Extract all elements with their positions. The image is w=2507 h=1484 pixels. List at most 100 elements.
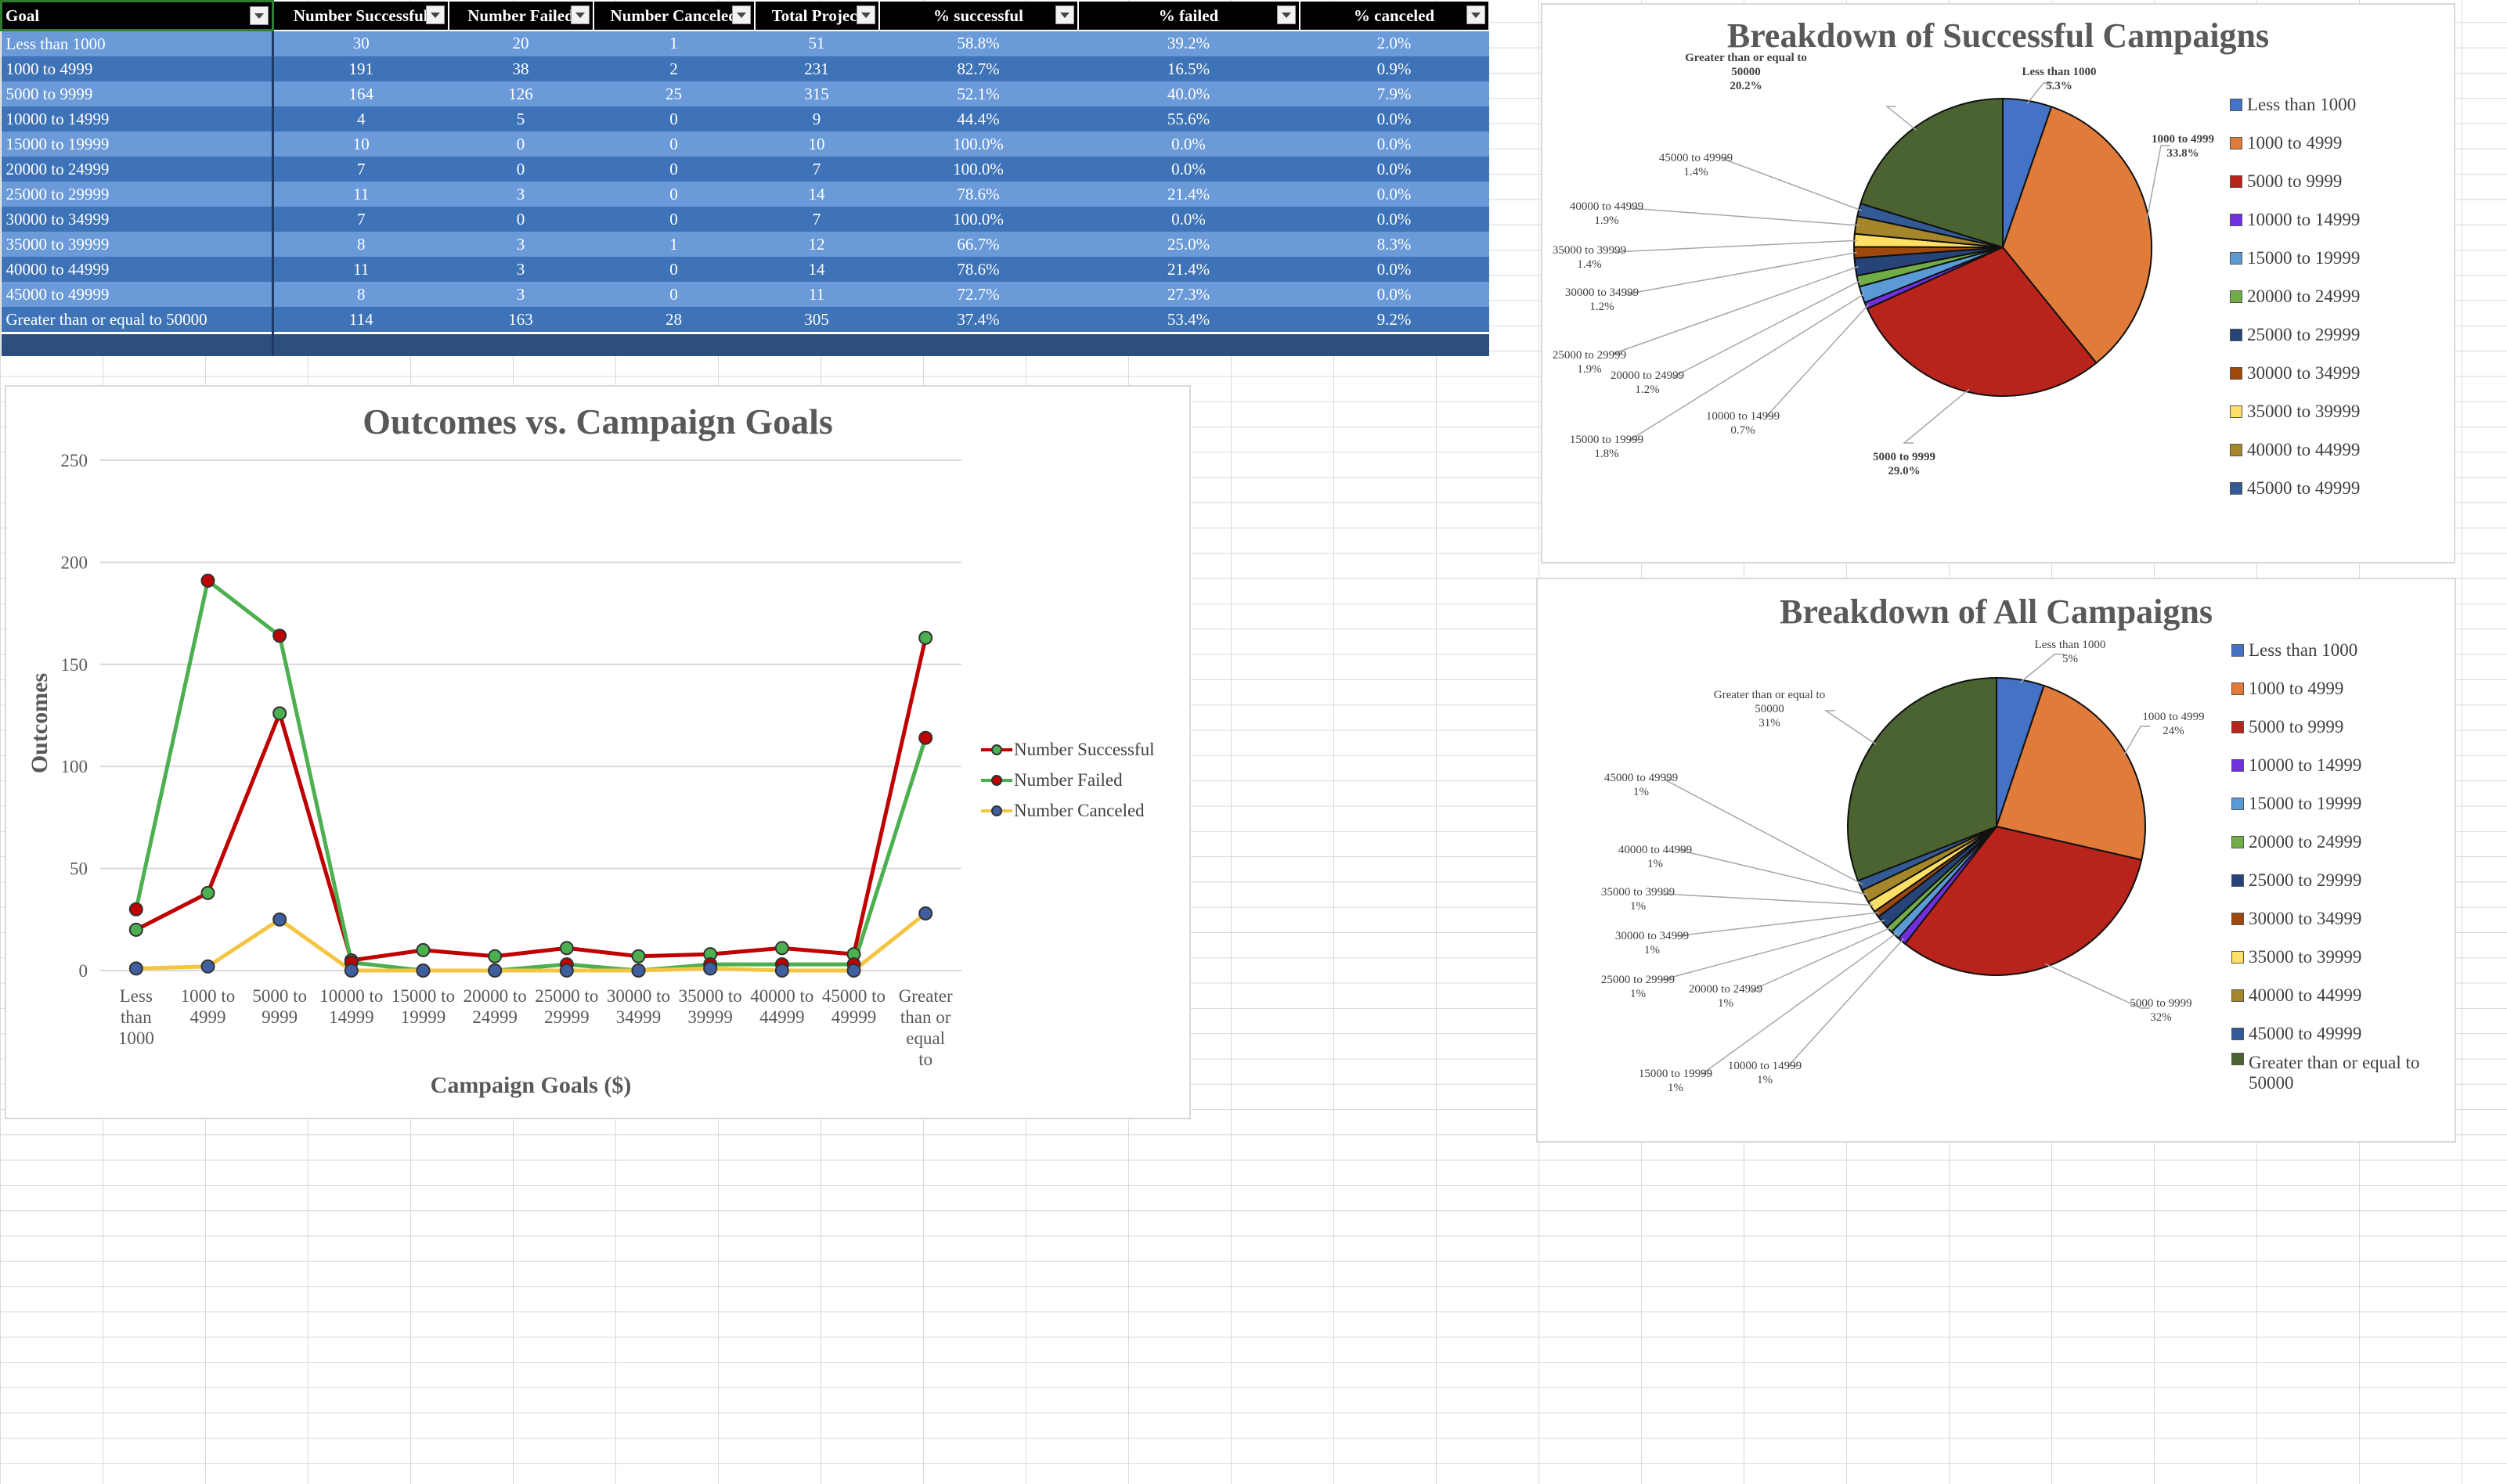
- column-header[interactable]: Number Successful: [272, 1, 449, 31]
- table-row[interactable]: 25000 to 29999 11 3 0 14 78.6% 21.4% 0.0%: [1, 182, 1489, 207]
- table-cell[interactable]: 114: [272, 307, 449, 333]
- data-point[interactable]: [128, 902, 143, 917]
- table-cell[interactable]: 3: [448, 182, 593, 207]
- table-cell[interactable]: 0.0%: [1299, 157, 1489, 182]
- table-cell[interactable]: 11: [754, 282, 879, 307]
- table-cell[interactable]: 20000 to 24999: [1, 157, 274, 182]
- table-cell[interactable]: Less than 1000: [1, 30, 274, 56]
- table-cell[interactable]: 39.2%: [1077, 30, 1300, 56]
- table-cell[interactable]: 164: [272, 81, 449, 106]
- table-cell[interactable]: 0: [593, 282, 755, 307]
- table-total-row[interactable]: [1, 332, 1489, 356]
- table-row[interactable]: 5000 to 9999 164 126 25 315 52.1% 40.0% 7.9%: [1, 81, 1489, 106]
- table-row[interactable]: 10000 to 14999 4 5 0 9 44.4% 55.6% 0.0%: [1, 106, 1489, 131]
- table-cell[interactable]: [754, 332, 879, 356]
- data-point[interactable]: [846, 964, 861, 978]
- table-cell[interactable]: [593, 332, 755, 356]
- data-point[interactable]: [272, 706, 287, 721]
- table-cell[interactable]: 0: [448, 131, 593, 157]
- table-cell[interactable]: 0: [593, 207, 755, 232]
- table-cell[interactable]: 44.4%: [878, 106, 1078, 131]
- table-cell[interactable]: 2.0%: [1299, 30, 1489, 56]
- series-line[interactable]: [135, 912, 927, 973]
- data-point[interactable]: [200, 885, 215, 900]
- table-cell[interactable]: 14: [754, 182, 879, 207]
- table-cell[interactable]: 35000 to 39999: [1, 232, 274, 257]
- table-cell[interactable]: 66.7%: [878, 232, 1078, 257]
- table-cell[interactable]: [1299, 332, 1489, 356]
- table-cell[interactable]: 30: [272, 30, 449, 56]
- table-cell[interactable]: 0.0%: [1299, 131, 1489, 157]
- table-cell[interactable]: 191: [272, 56, 449, 81]
- table-cell[interactable]: [878, 332, 1078, 356]
- table-cell[interactable]: [1077, 332, 1300, 356]
- outcomes-line-chart[interactable]: Outcomes vs. Campaign Goals 0 50 100 150 200…: [5, 385, 1191, 1119]
- table-cell[interactable]: 0.0%: [1299, 106, 1489, 131]
- table-cell[interactable]: 0: [593, 106, 755, 131]
- table-cell[interactable]: 163: [448, 307, 593, 333]
- table-cell[interactable]: 0.0%: [1299, 257, 1489, 282]
- filter-dropdown-icon[interactable]: [250, 6, 269, 25]
- table-cell[interactable]: 100.0%: [878, 131, 1078, 157]
- table-cell[interactable]: 7: [754, 157, 879, 182]
- table-cell[interactable]: 305: [754, 307, 879, 333]
- column-header[interactable]: Number Failed: [447, 1, 594, 31]
- column-header[interactable]: Total Projects: [753, 1, 880, 31]
- table-cell[interactable]: 8: [272, 282, 449, 307]
- table-cell[interactable]: 12: [754, 232, 879, 257]
- table-cell[interactable]: 0.0%: [1077, 131, 1300, 157]
- data-point[interactable]: [559, 964, 574, 978]
- filter-dropdown-icon[interactable]: [731, 5, 751, 24]
- filter-dropdown-icon[interactable]: [1276, 5, 1296, 24]
- data-point[interactable]: [559, 941, 574, 956]
- data-point[interactable]: [416, 964, 431, 978]
- table-cell[interactable]: 16.5%: [1077, 56, 1300, 81]
- data-point[interactable]: [918, 630, 933, 645]
- table-row[interactable]: 35000 to 39999 8 3 1 12 66.7% 25.0% 8.3%: [1, 232, 1489, 257]
- table-cell[interactable]: 58.8%: [878, 30, 1078, 56]
- table-cell[interactable]: 28: [593, 307, 755, 333]
- series-line[interactable]: [135, 637, 928, 963]
- table-cell[interactable]: 126: [448, 81, 593, 106]
- table-cell[interactable]: 10: [754, 131, 879, 157]
- table-cell[interactable]: [1, 332, 274, 356]
- table-cell[interactable]: 30000 to 34999: [1, 207, 274, 232]
- table-cell[interactable]: 55.6%: [1077, 106, 1300, 131]
- column-header[interactable]: % canceled: [1298, 1, 1490, 31]
- table-cell[interactable]: 52.1%: [878, 81, 1078, 106]
- table-row[interactable]: 1000 to 4999 191 38 2 231 82.7% 16.5% 0.9%: [1, 56, 1489, 81]
- table-cell[interactable]: 0: [593, 157, 755, 182]
- filter-dropdown-icon[interactable]: [1055, 5, 1074, 24]
- table-cell[interactable]: 0: [448, 207, 593, 232]
- data-point[interactable]: [703, 961, 718, 976]
- table-cell[interactable]: 51: [754, 30, 879, 56]
- table-cell[interactable]: 7: [272, 207, 449, 232]
- table-cell[interactable]: 10: [272, 131, 449, 157]
- table-cell[interactable]: 3: [448, 282, 593, 307]
- table-cell[interactable]: 7: [754, 207, 879, 232]
- table-cell[interactable]: 72.7%: [878, 282, 1078, 307]
- table-cell[interactable]: 37.4%: [878, 307, 1078, 333]
- table-cell[interactable]: 78.6%: [878, 182, 1078, 207]
- table-cell[interactable]: 0.0%: [1077, 157, 1300, 182]
- table-cell[interactable]: 1: [593, 232, 755, 257]
- table-cell[interactable]: [448, 332, 593, 356]
- table-cell[interactable]: 11: [272, 182, 449, 207]
- table-cell[interactable]: 2: [593, 56, 755, 81]
- filter-dropdown-icon[interactable]: [856, 5, 875, 24]
- data-point[interactable]: [272, 629, 287, 643]
- table-cell[interactable]: 45000 to 49999: [1, 282, 274, 307]
- table-cell[interactable]: 0.0%: [1077, 207, 1300, 232]
- table-row[interactable]: 40000 to 44999 11 3 0 14 78.6% 21.4% 0.0%: [1, 257, 1489, 282]
- table-cell[interactable]: 315: [754, 81, 879, 106]
- table-cell[interactable]: 25000 to 29999: [1, 182, 274, 207]
- column-header[interactable]: % failed: [1077, 1, 1300, 31]
- data-point[interactable]: [128, 961, 143, 976]
- table-cell[interactable]: 8: [272, 232, 449, 257]
- table-cell[interactable]: 231: [754, 56, 879, 81]
- table-cell[interactable]: 15000 to 19999: [1, 131, 274, 157]
- data-point[interactable]: [416, 942, 431, 957]
- data-point[interactable]: [488, 949, 503, 964]
- table-cell[interactable]: 0.0%: [1299, 282, 1489, 307]
- table-cell[interactable]: 82.7%: [878, 56, 1078, 81]
